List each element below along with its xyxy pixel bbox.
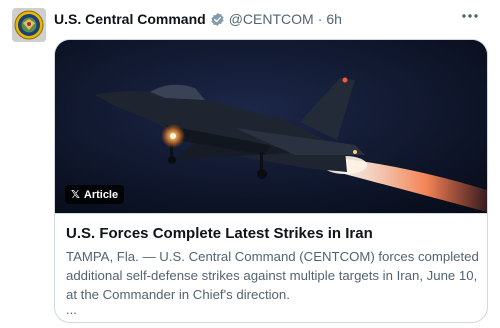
article-card[interactable]: 𝕏 Article U.S. Forces Complete Latest St… [54,39,488,323]
verified-badge-icon [210,12,225,27]
article-description[interactable]: TAMPA, Fla. — U.S. Central Command (CENT… [66,247,482,304]
article-ellipsis: ... [66,302,77,317]
x-logo-icon: 𝕏 [71,188,80,201]
post-timestamp[interactable]: 6h [326,11,342,27]
separator-dot: · [317,11,323,27]
author-name[interactable]: U.S. Central Command [54,11,206,27]
centcom-seal-icon [12,8,46,42]
author-handle[interactable]: @CENTCOM [229,11,314,27]
post-header: U.S. Central Command @CENTCOM · 6h [54,9,342,29]
avatar[interactable] [12,8,46,42]
card-divider [55,213,487,214]
article-image[interactable]: 𝕏 Article [55,40,487,213]
article-badge: 𝕏 Article [65,185,125,204]
article-badge-label: Article [83,188,119,201]
article-title[interactable]: U.S. Forces Complete Latest Strikes in I… [66,225,478,242]
more-options-icon[interactable] [458,4,482,28]
